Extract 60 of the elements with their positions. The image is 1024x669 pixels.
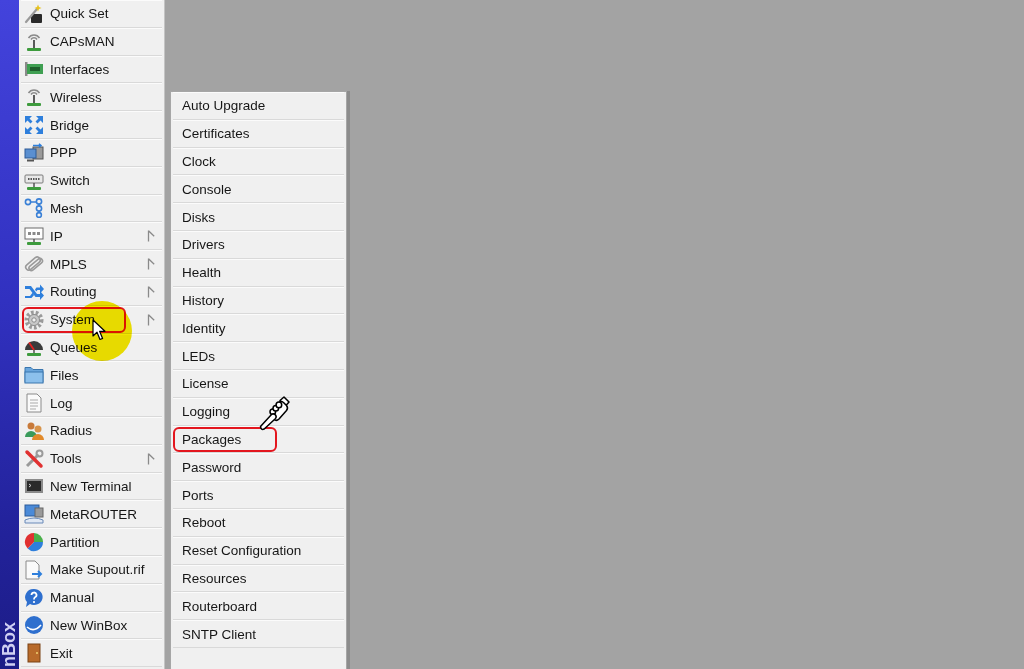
pie-chart-icon [24,532,44,553]
menu-item[interactable]: Partition [21,528,162,556]
menu-item[interactable]: Ports [173,481,344,509]
document-arrow-icon [24,559,44,580]
menu-item[interactable]: Quick Set [21,0,162,28]
people-icon [24,420,44,441]
tools-icon [24,448,44,469]
globe-icon [24,615,44,636]
brand-text: nBox [0,622,19,667]
menu-item[interactable]: SNTP Client [173,620,344,648]
menu-item[interactable]: Tools [21,444,162,473]
computers-icon [24,142,44,163]
menu-item[interactable]: Bridge [21,111,162,139]
menu-item[interactable]: Radius [21,416,162,445]
menu-item[interactable]: Clock [173,147,344,176]
menu-item[interactable]: Drivers [173,231,344,259]
menu-item[interactable]: Switch [21,166,162,195]
arrows-icon [24,115,44,136]
door-icon [24,643,44,664]
antenna-icon [24,87,44,108]
menu-item[interactable]: Files [21,361,162,390]
menu-item[interactable]: Mesh [21,194,162,223]
nodes-icon [24,198,44,219]
menu-item[interactable]: Exit [21,639,162,668]
menu-item[interactable]: Certificates [173,119,344,148]
monitor-icon [24,504,44,525]
menu-item[interactable]: Manual [21,583,162,612]
menu-item[interactable]: Make Supout.rif [21,555,162,584]
gear-icon [24,309,44,330]
help-icon [24,587,44,608]
menu-item[interactable]: CAPsMAN [21,27,162,56]
menu-item[interactable]: Routerboard [173,592,344,621]
menu-item[interactable]: Password [173,453,344,482]
panel-icon [24,226,44,247]
menu-item[interactable]: PPP [21,139,162,167]
menu-item[interactable]: Identity [173,314,344,343]
menu-item[interactable]: IP [21,222,162,251]
menu-item[interactable]: Packages [173,425,344,454]
menu-item[interactable]: Console [173,175,344,204]
wand-icon [24,3,44,24]
document-icon [24,393,44,414]
menu-item[interactable]: Resources [173,564,344,593]
menu-item[interactable]: Disks [173,203,344,231]
menu-item[interactable]: Log [21,389,162,417]
menu-item[interactable]: Auto Upgrade [173,92,344,120]
menu-item[interactable]: MPLS [21,250,162,278]
menu-item[interactable]: License [173,369,344,398]
folder-icon [24,365,44,386]
menu-item[interactable]: New Terminal [21,472,162,501]
menu-item[interactable]: Interfaces [21,55,162,84]
menu-item[interactable]: MetaROUTER [21,500,162,529]
clips-icon [24,254,44,275]
menu-item[interactable]: History [173,286,344,315]
menu-item[interactable]: New WinBox [21,611,162,640]
antenna-icon [24,31,44,52]
menu-item[interactable]: Health [173,258,344,287]
menu-item[interactable]: Wireless [21,83,162,112]
menu-item[interactable]: Reset Configuration [173,536,344,565]
menu-item[interactable]: Reboot [173,508,344,537]
menu-item[interactable]: LEDs [173,342,344,370]
